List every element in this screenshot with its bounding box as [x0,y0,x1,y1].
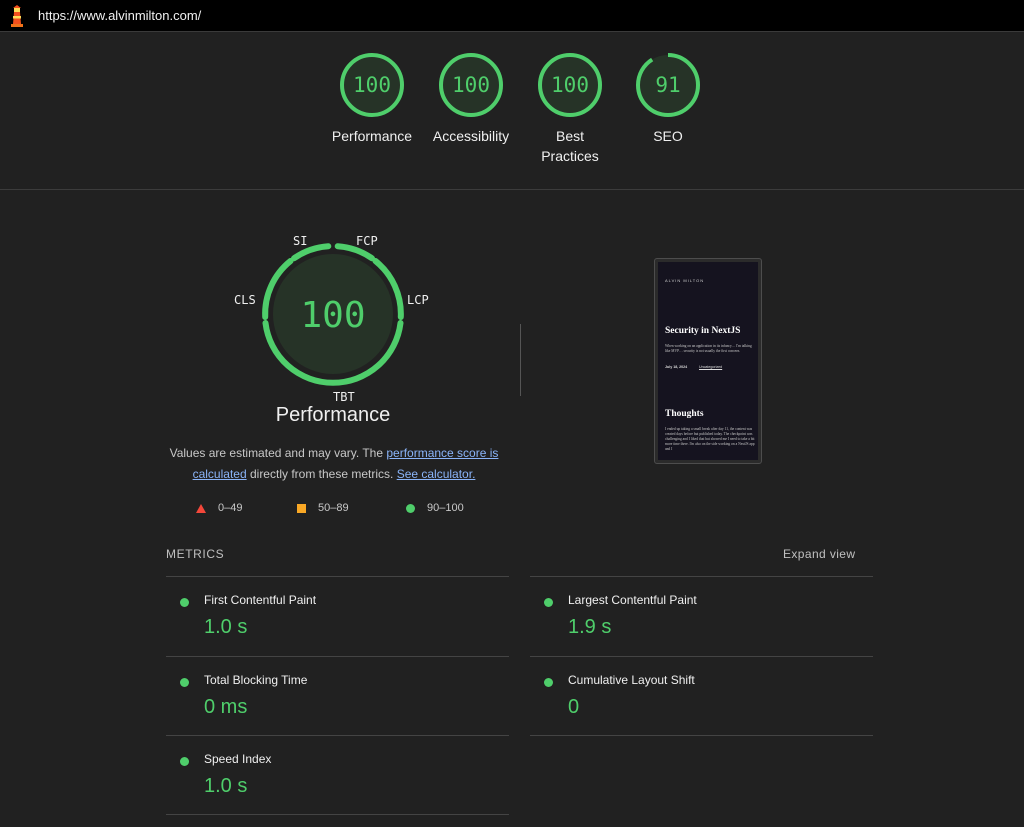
triangle-icon [196,503,206,513]
pass-circle-icon [544,598,553,607]
page-preview: ALVIN MILTON Security in NextJS When wor… [658,262,758,460]
metric-value: 0 ms [204,696,248,718]
preview-body-2: I ended up taking a small break after da… [665,427,755,451]
expand-view-button[interactable]: Expand view [783,547,855,561]
legend-fail: 0–49 [196,502,242,514]
gauge-accessibility[interactable]: 100 Accessibility [421,52,521,146]
gauge-label: Best Practices [541,128,599,164]
page-url[interactable]: https://www.alvinmilton.com/ [38,8,201,23]
square-icon [297,503,306,513]
lcp-label: LCP [407,293,429,307]
preview-heading-2: Thoughts [665,409,704,419]
score-ring-icon: 100 [538,53,602,117]
metric-tbt: Total Blocking Time 0 ms [166,656,509,736]
score-ring-icon: 91 [636,53,700,117]
gauge-best-practices[interactable]: 100 Best Practices [520,52,620,166]
final-screenshot[interactable]: ALVIN MILTON Security in NextJS When wor… [654,258,762,464]
metric-cls: Cumulative Layout Shift 0 [530,656,873,736]
gauge-label: SEO [653,128,683,144]
pass-circle-icon [544,678,553,687]
tbt-label: TBT [333,390,355,404]
metric-name: Largest Contentful Paint [568,593,697,607]
performance-score: 100 [300,295,365,336]
metric-name: Cumulative Layout Shift [568,673,695,687]
metric-name: Total Blocking Time [204,673,308,687]
metric-value: 1.0 s [204,616,248,638]
gauge-performance[interactable]: 100 Performance [322,52,422,146]
pass-circle-icon [180,598,189,607]
performance-description: Values are estimated and may vary. The p… [169,446,499,481]
performance-gauge: 100 [262,243,404,386]
score-value: 100 [452,73,490,97]
score-ring-icon: 100 [439,53,503,117]
metrics-row-divider [530,735,873,736]
score-value: 100 [353,73,391,97]
address-bar: https://www.alvinmilton.com/ [0,0,1024,32]
circle-icon [406,503,415,513]
cls-label: CLS [234,293,256,307]
see-calculator-link[interactable]: See calculator. [397,467,476,481]
score-ring-icon: 100 [340,53,404,117]
score-value: 100 [551,73,589,97]
lighthouse-logo-icon [11,5,23,27]
fcp-label: FCP [356,234,378,248]
metric-name: First Contentful Paint [204,593,317,607]
gauge-label: Performance [331,128,413,144]
preview-category: Uncategorized [699,365,723,369]
preview-heading: Security in NextJS [665,326,741,336]
si-label: SI [293,234,308,248]
preview-brand: ALVIN MILTON [665,278,705,283]
metrics-heading: METRICS [166,547,225,561]
performance-title: Performance [275,404,391,426]
legend-average: 50–89 [297,502,349,514]
metric-fcp: First Contentful Paint 1.0 s [166,576,509,656]
preview-body: When working on an application in its in… [665,344,752,353]
gauge-seo[interactable]: 91 SEO [618,52,718,146]
pass-circle-icon [180,757,189,766]
metric-si: Speed Index 1.0 s [166,735,509,815]
gauge-label: Accessibility [432,128,510,144]
metric-lcp: Largest Contentful Paint 1.9 s [530,576,873,656]
pass-circle-icon [180,678,189,687]
metric-value: 1.9 s [568,616,612,638]
metric-value: 0 [568,696,580,718]
vertical-divider [520,324,521,396]
metrics-row-divider [166,814,509,815]
preview-date: July 18, 2024 [665,365,688,369]
metric-name: Speed Index [204,752,272,766]
metric-value: 1.0 s [204,775,248,797]
score-summary: 100 Performance 100 Accessibility 100 Be… [0,32,1024,190]
legend-pass: 90–100 [406,502,464,514]
score-value: 91 [655,73,680,97]
